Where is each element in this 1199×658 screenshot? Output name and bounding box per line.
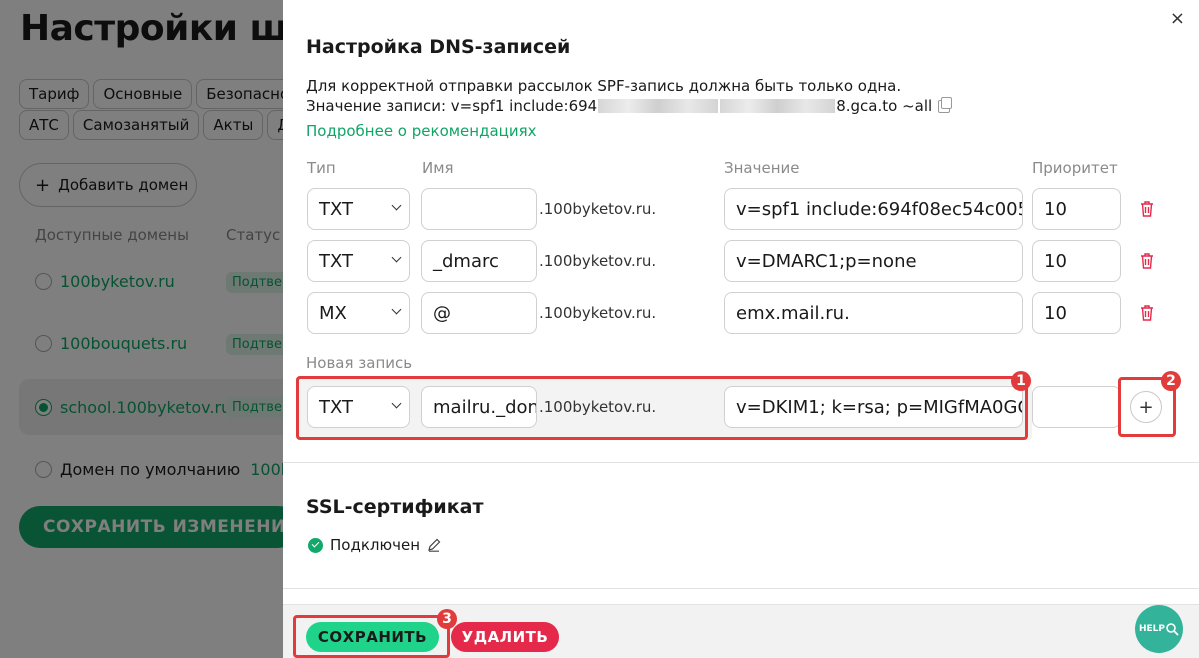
spf-note: Для корректной отправки рассылок SPF-зап… [306,77,902,95]
chevron-down-icon [391,304,402,315]
trash-icon[interactable] [1140,201,1154,217]
name-column-header: Имя [422,159,454,177]
redacted-blur [598,99,719,113]
spf-value-note: Значение записи: v=spf1 include:694 8.gc… [306,96,953,115]
record-name-input[interactable]: _dmarc [421,240,537,282]
record-value-input[interactable]: v=DMARC1;p=none [724,240,1023,282]
ssl-section-title: SSL-сертификат [306,496,484,518]
step-marker-3: 3 [437,609,457,629]
magnifier-icon [1166,623,1179,636]
record-priority-input[interactable]: 10 [1032,188,1121,230]
spf-value-suffix: 8.gca.to ~all [836,97,933,115]
dns-settings-panel: × Настройка DNS-записей Для корректной о… [283,0,1199,658]
divider [283,462,1199,463]
copy-icon[interactable] [938,96,953,113]
help-search-icon[interactable]: HELP [1135,605,1183,653]
step-marker-2: 2 [1161,371,1181,391]
record-type-select[interactable]: TXT [307,240,410,282]
pencil-icon[interactable] [427,538,441,552]
record-name-input[interactable]: @ [421,292,537,334]
spf-value-prefix: Значение записи: v=spf1 include:694 [306,97,598,115]
new-record-priority-input[interactable] [1032,386,1121,428]
ssl-status-row: Подключен [308,536,441,554]
help-label: HELP [1138,624,1165,634]
panel-footer: СОХРАНИТЬ УДАЛИТЬ 3 [283,604,1199,658]
chevron-down-icon [391,200,402,211]
record-type-value: TXT [319,250,354,272]
delete-button[interactable]: УДАЛИТЬ [451,622,559,652]
dns-section-title: Настройка DNS-записей [306,36,571,58]
record-priority-input[interactable]: 10 [1032,240,1121,282]
divider [283,588,1199,589]
new-record-label: Новая запись [306,354,413,372]
highlight-save-button [293,615,450,658]
chevron-down-icon [391,252,402,263]
record-value-input[interactable]: v=spf1 include:694f08ec54c00558 [724,188,1023,230]
type-column-header: Тип [307,159,336,177]
record-name-input[interactable] [421,188,537,230]
highlight-new-record [296,376,1028,440]
record-type-select[interactable]: MX [307,292,410,334]
trash-icon[interactable] [1140,253,1154,269]
trash-icon[interactable] [1140,305,1154,321]
record-priority-input[interactable]: 10 [1032,292,1121,334]
record-type-value: TXT [319,198,354,220]
close-icon[interactable]: × [1170,8,1185,29]
record-domain-suffix: .100byketov.ru. [539,304,657,322]
record-domain-suffix: .100byketov.ru. [539,252,657,270]
record-type-value: MX [319,302,347,324]
record-domain-suffix: .100byketov.ru. [539,200,657,218]
recommendations-link[interactable]: Подробнее о рекомендациях [306,122,537,140]
record-value-input[interactable]: emx.mail.ru. [724,292,1023,334]
redacted-blur [720,99,836,113]
record-type-select[interactable]: TXT [307,188,410,230]
check-circle-icon [308,537,323,553]
priority-column-header: Приоритет [1032,159,1118,177]
value-column-header: Значение [724,159,800,177]
ssl-status-text: Подключен [330,536,420,554]
modal-overlay[interactable] [0,0,283,658]
step-marker-1: 1 [1011,371,1031,391]
